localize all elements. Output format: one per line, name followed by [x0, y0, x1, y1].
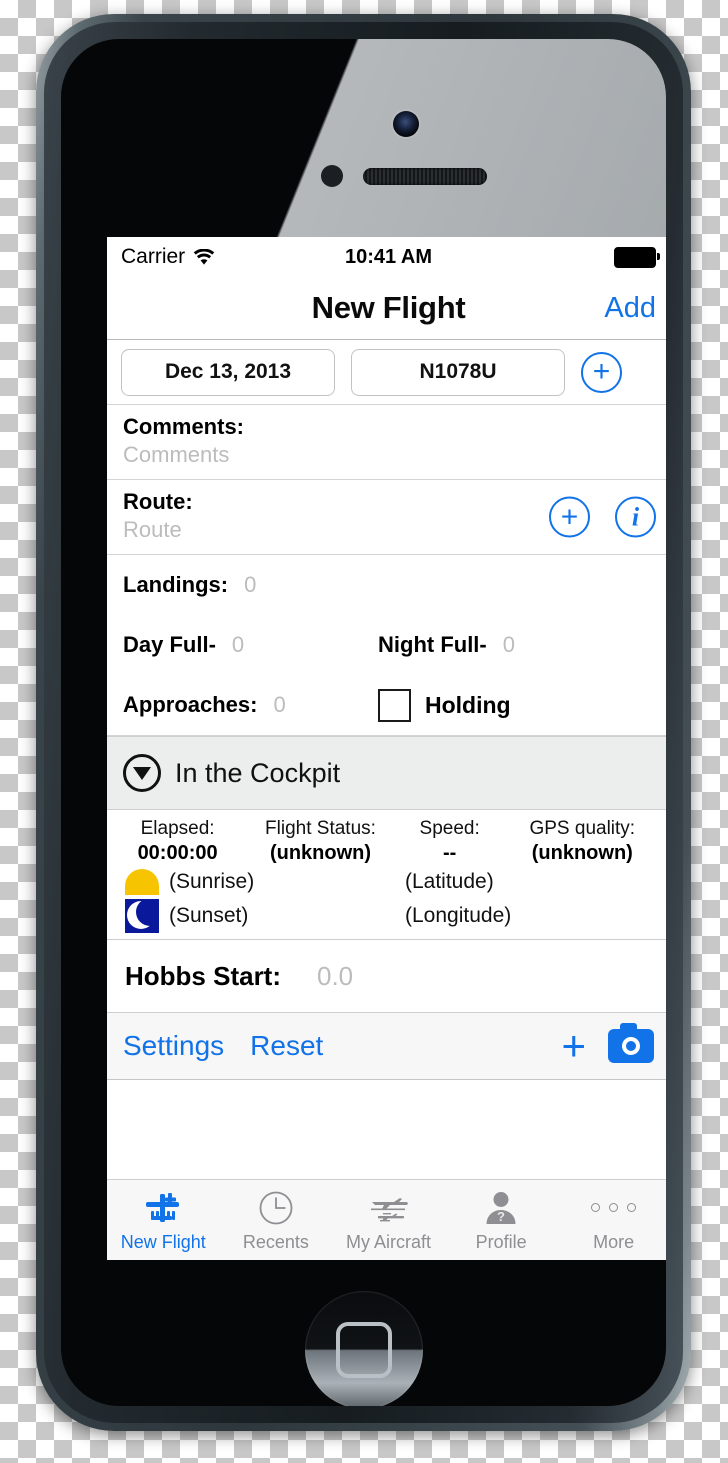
comments-label: Comments:: [123, 414, 245, 439]
front-camera-icon: [393, 111, 419, 137]
tab-label: My Aircraft: [345, 1231, 431, 1252]
navigation-bar: New Flight Add: [107, 277, 666, 340]
camera-icon[interactable]: [608, 1023, 654, 1064]
night-full-input[interactable]: 0: [503, 632, 515, 658]
plus-circle-icon[interactable]: +: [581, 351, 622, 393]
flight-status-label: Flight Status:: [265, 818, 376, 840]
approaches-label: Approaches:: [123, 692, 258, 718]
telemetry-grid: Elapsed: 00:00:00 Flight Status: (unknow…: [113, 818, 664, 865]
reset-button[interactable]: Reset: [250, 1030, 323, 1062]
tab-my-aircraft[interactable]: My Aircraft: [332, 1180, 445, 1260]
tab-label: New Flight: [120, 1231, 206, 1252]
date-aircraft-row: Dec 13, 2013 N1078U +: [107, 340, 666, 405]
ellipsis-icon: [591, 1188, 637, 1228]
night-full-label: Night Full-: [378, 632, 487, 658]
plus-icon[interactable]: +: [561, 1025, 586, 1068]
route-actions: + i: [549, 496, 656, 538]
proximity-sensor-icon: [321, 165, 343, 187]
night-full-group: Night Full- 0: [378, 632, 654, 658]
elapsed-cell: Elapsed: 00:00:00: [113, 818, 242, 865]
wifi-icon: [193, 248, 215, 265]
speed-label: Speed:: [419, 818, 480, 840]
status-bar-right: [614, 246, 660, 268]
page-title: New Flight: [311, 290, 466, 325]
tail-number-field[interactable]: N1078U: [351, 348, 565, 396]
flight-status-cell: Flight Status: (unknown): [242, 818, 399, 865]
gps-quality-cell: GPS quality: (unknown): [501, 818, 664, 865]
info-circle-icon[interactable]: i: [615, 496, 656, 538]
add-button[interactable]: Add: [604, 292, 656, 325]
sunrise-value: (Sunrise): [169, 870, 255, 894]
home-button[interactable]: [304, 1291, 423, 1406]
approaches-row: Approaches: 0 Holding: [107, 675, 666, 737]
gps-quality-value: (unknown): [531, 842, 633, 865]
holding-checkbox[interactable]: [378, 688, 411, 722]
battery-full-icon: [614, 246, 660, 268]
elapsed-value: 00:00:00: [137, 842, 218, 865]
route-section: Route: Route + i: [107, 480, 666, 556]
plus-circle-icon[interactable]: +: [549, 496, 590, 538]
svg-text:?: ?: [497, 1209, 505, 1224]
person-question-icon: ?: [483, 1188, 519, 1228]
holding-label: Holding: [425, 691, 511, 718]
hobbs-start-label: Hobbs Start:: [125, 960, 281, 991]
sun-icon: [125, 869, 159, 896]
hobbs-start-input[interactable]: 0.0: [317, 961, 353, 992]
triangle-down-circle-icon[interactable]: [123, 754, 161, 793]
settings-button[interactable]: Settings: [123, 1030, 224, 1062]
sunset-value: (Sunset): [169, 904, 249, 928]
elapsed-label: Elapsed:: [140, 818, 215, 840]
speed-cell: Speed: --: [399, 818, 501, 865]
comments-section: Comments: Comments: [107, 405, 666, 481]
tab-more[interactable]: More: [557, 1180, 666, 1260]
tab-new-flight[interactable]: New Flight: [107, 1180, 220, 1260]
longitude-value: (Longitude): [405, 904, 512, 928]
status-bar-left: Carrier: [121, 245, 215, 269]
comments-input[interactable]: Comments: [123, 441, 654, 470]
tab-label: Recents: [242, 1231, 309, 1252]
tab-label: More: [593, 1231, 635, 1252]
landings-input[interactable]: 0: [244, 572, 256, 598]
sunrise-group: (Sunrise): [113, 869, 405, 896]
telemetry-panel: Elapsed: 00:00:00 Flight Status: (unknow…: [107, 810, 666, 941]
earpiece-speaker-icon: [363, 168, 487, 185]
status-bar: Carrier 10:41 AM: [107, 237, 666, 277]
hobbs-start-row: Hobbs Start: 0.0: [107, 940, 666, 1014]
device-glass: Carrier 10:41 AM New Flight Add Dec 13, …: [61, 39, 666, 1406]
day-full-label: Day Full-: [123, 632, 216, 658]
tab-profile[interactable]: ? Profile: [445, 1180, 558, 1260]
device-bezel: Carrier 10:41 AM New Flight Add Dec 13, …: [44, 22, 683, 1423]
tab-label: Profile: [475, 1231, 527, 1252]
in-the-cockpit-title: In the Cockpit: [175, 757, 341, 788]
in-the-cockpit-header[interactable]: In the Cockpit: [107, 736, 666, 811]
latitude-value: (Latitude): [405, 870, 494, 894]
carrier-label: Carrier: [121, 245, 186, 268]
sunset-group: (Sunset): [113, 899, 405, 934]
moon-icon: [125, 899, 159, 934]
iphone-device-frame: Carrier 10:41 AM New Flight Add Dec 13, …: [36, 14, 691, 1431]
airplane-plus-icon: [143, 1188, 183, 1228]
sunrise-row: (Sunrise) (Latitude): [113, 869, 664, 896]
toolbar-actions: +: [561, 1023, 654, 1068]
tab-recents[interactable]: Recents: [220, 1180, 333, 1260]
date-field[interactable]: Dec 13, 2013: [121, 348, 335, 396]
landings-row: Landings: 0: [107, 555, 666, 615]
clock-icon: [258, 1188, 294, 1228]
home-button-square-icon: [335, 1322, 392, 1378]
app-screen: Carrier 10:41 AM New Flight Add Dec 13, …: [107, 237, 666, 1260]
tab-bar: New Flight Recents My Aircraft ? Profile…: [107, 1179, 666, 1260]
approaches-input[interactable]: 0: [273, 692, 285, 718]
aircraft-icon: [366, 1188, 410, 1228]
bottom-toolbar: Settings Reset +: [107, 1013, 666, 1081]
sunset-row: (Sunset) (Longitude): [113, 899, 664, 934]
gps-quality-label: GPS quality:: [529, 818, 636, 840]
day-full-input[interactable]: 0: [232, 632, 244, 658]
flight-status-value: (unknown): [269, 842, 372, 865]
holding-group[interactable]: Holding: [378, 688, 654, 722]
speed-value: --: [443, 842, 457, 865]
full-stop-row: Day Full- 0 Night Full- 0: [107, 615, 666, 675]
landings-label: Landings:: [123, 572, 229, 598]
